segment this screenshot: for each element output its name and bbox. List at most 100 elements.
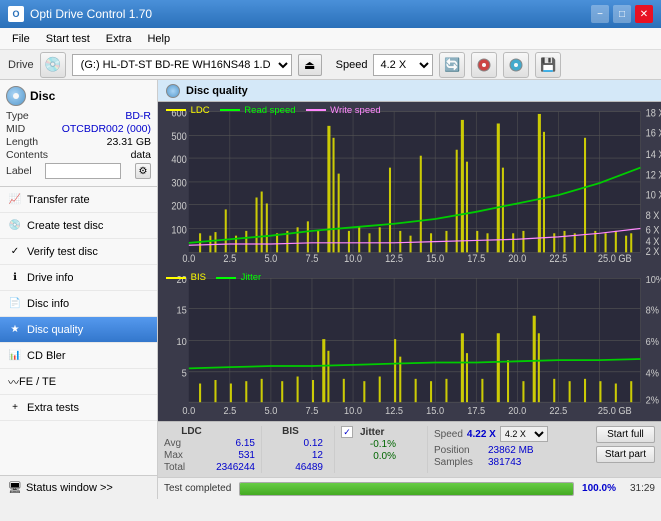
nav-drive-info[interactable]: ℹ Drive info	[0, 265, 157, 291]
svg-text:2%: 2%	[646, 395, 660, 407]
max-label-ldc: Max	[164, 450, 196, 461]
chart2-legend: BIS Jitter	[166, 272, 261, 283]
svg-text:7.5: 7.5	[306, 253, 319, 265]
cd-bler-icon: 📊	[8, 349, 22, 363]
svg-text:0.0: 0.0	[182, 253, 195, 265]
svg-text:14 X: 14 X	[646, 150, 661, 162]
title-bar: O Opti Drive Control 1.70 − □ ✕	[0, 0, 661, 28]
avg-label-ldc: Avg	[164, 438, 196, 449]
disc-read-icon[interactable]	[471, 52, 497, 78]
chart1-legend: LDC Read speed Write speed	[166, 105, 381, 116]
label-gear-button[interactable]: ⚙	[135, 163, 151, 179]
svg-text:5.0: 5.0	[265, 253, 278, 265]
svg-text:10%: 10%	[646, 275, 661, 287]
drive-select[interactable]: (G:) HL-DT-ST BD-RE WH16NS48 1.D3	[72, 54, 292, 76]
progress-percent: 100.0%	[582, 483, 616, 494]
content-title: Disc quality	[186, 85, 248, 97]
disc-write-icon[interactable]	[503, 52, 529, 78]
svg-text:10.0: 10.0	[344, 253, 362, 265]
nav-disc-quality[interactable]: ★ Disc quality	[0, 317, 157, 343]
nav-create-test[interactable]: 💿 Create test disc	[0, 213, 157, 239]
drive-bar: Drive 💿 (G:) HL-DT-ST BD-RE WH16NS48 1.D…	[0, 50, 661, 80]
ldc-total: 2346244	[200, 462, 255, 473]
fe-te-icon: 〰	[8, 374, 19, 390]
menu-start-test[interactable]: Start test	[38, 31, 98, 47]
lower-chart: BIS Jitter	[158, 269, 661, 421]
svg-text:10: 10	[176, 337, 187, 349]
nav-transfer-rate[interactable]: 📈 Transfer rate	[0, 187, 157, 213]
nav-extra-tests[interactable]: + Extra tests	[0, 395, 157, 421]
jitter-checkbox[interactable]: ✓	[341, 426, 353, 438]
svg-text:200: 200	[171, 201, 187, 213]
svg-text:500: 500	[171, 132, 187, 144]
extra-tests-icon: +	[8, 401, 22, 415]
total-label-ldc: Total	[164, 462, 196, 473]
svg-text:8 X: 8 X	[646, 210, 660, 222]
nav-verify-test[interactable]: ✓ Verify test disc	[0, 239, 157, 265]
close-button[interactable]: ✕	[635, 5, 653, 23]
lower-chart-svg: 20 15 10 5 10% 8% 6% 4% 2% 0.0 2.5 5.0 7…	[158, 269, 661, 421]
menu-bar: File Start test Extra Help	[0, 28, 661, 50]
nav-cd-bler[interactable]: 📊 CD Bler	[0, 343, 157, 369]
ldc-header: LDC	[164, 426, 219, 437]
mid-label: MID	[6, 123, 25, 135]
stats-bar: LDC Avg 6.15 Max 531 Total 2346244 BIS	[158, 421, 661, 477]
svg-text:4%: 4%	[646, 368, 660, 380]
drive-info-icon: ℹ	[8, 271, 22, 285]
svg-text:5.0: 5.0	[265, 405, 278, 417]
speed-select[interactable]: 4.2 X	[373, 54, 433, 76]
samples-val: 381743	[488, 457, 521, 468]
eject-button[interactable]: ⏏	[298, 54, 322, 76]
svg-text:400: 400	[171, 154, 187, 166]
jitter-header: Jitter	[360, 427, 384, 438]
progress-bar-inner	[240, 483, 573, 495]
jitter-avg: -0.1%	[341, 439, 396, 450]
start-part-button[interactable]: Start part	[596, 446, 655, 463]
contents-label: Contents	[6, 149, 48, 161]
bis-header: BIS	[268, 426, 313, 437]
progress-bar-outer	[239, 482, 574, 496]
length-label: Length	[6, 136, 38, 148]
menu-help[interactable]: Help	[139, 31, 178, 47]
svg-text:300: 300	[171, 178, 187, 190]
nav-fe-te[interactable]: 〰 FE / TE	[0, 369, 157, 395]
jitter-max: 0.0%	[341, 451, 396, 462]
disc-panel: Disc Type BD-R MID OTCBDR002 (000) Lengt…	[0, 80, 157, 187]
speed-stat-label: Speed	[434, 429, 463, 440]
refresh-icon[interactable]: 🔄	[439, 52, 465, 78]
svg-text:12.5: 12.5	[385, 405, 403, 417]
type-label: Type	[6, 110, 29, 122]
menu-extra[interactable]: Extra	[98, 31, 140, 47]
svg-text:15: 15	[176, 305, 187, 317]
svg-text:2 X: 2 X	[646, 246, 660, 258]
svg-text:10.0: 10.0	[344, 405, 362, 417]
svg-text:25.0 GB: 25.0 GB	[598, 405, 632, 417]
speed-stat-select[interactable]: 4.2 X	[500, 426, 548, 442]
svg-text:17.5: 17.5	[467, 253, 485, 265]
mid-value: OTCBDR002 (000)	[62, 123, 151, 135]
speed-stat-val: 4.22 X	[467, 429, 496, 440]
save-icon[interactable]: 💾	[535, 52, 561, 78]
status-window-button[interactable]: 🖥 Status window >>	[0, 475, 157, 499]
svg-text:12.5: 12.5	[385, 253, 403, 265]
verify-test-icon: ✓	[8, 245, 22, 259]
status-text: Test completed	[164, 483, 231, 494]
menu-file[interactable]: File	[4, 31, 38, 47]
disc-panel-title: Disc	[30, 89, 55, 103]
minimize-button[interactable]: −	[591, 5, 609, 23]
svg-text:17.5: 17.5	[467, 405, 485, 417]
svg-text:16 X: 16 X	[646, 128, 661, 140]
label-input[interactable]	[45, 163, 121, 179]
svg-text:25.0 GB: 25.0 GB	[598, 253, 632, 265]
time-elapsed: 31:29	[630, 483, 655, 494]
position-val: 23862 MB	[488, 445, 534, 456]
svg-text:15.0: 15.0	[426, 405, 444, 417]
status-window-label: Status window >>	[26, 482, 113, 494]
svg-text:2.5: 2.5	[223, 405, 236, 417]
maximize-button[interactable]: □	[613, 5, 631, 23]
start-full-button[interactable]: Start full	[596, 426, 655, 443]
svg-text:6%: 6%	[646, 337, 660, 349]
disc-icon	[6, 86, 26, 106]
nav-disc-info[interactable]: 📄 Disc info	[0, 291, 157, 317]
status-window-icon: 🖥	[8, 481, 22, 494]
